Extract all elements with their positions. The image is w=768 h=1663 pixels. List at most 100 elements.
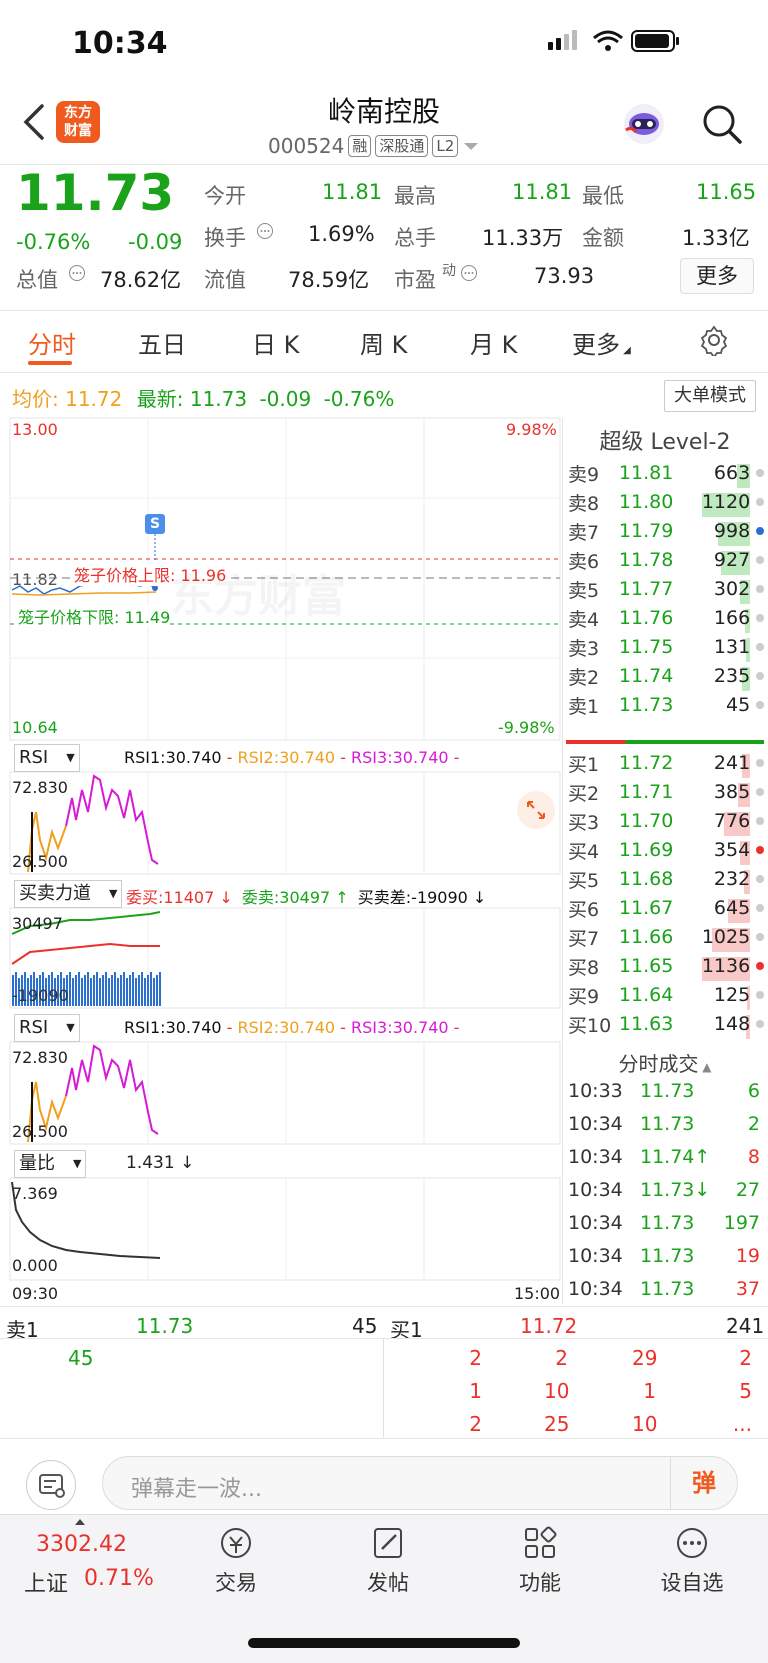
ob-level-label: 卖5 <box>568 579 600 602</box>
tick-row: 10:34 11.73 197 <box>568 1212 760 1234</box>
ob-volume: 385 <box>687 781 751 807</box>
ask-row[interactable]: 卖1 11.73 45 <box>568 690 764 720</box>
ob-price: 11.71 <box>618 781 674 803</box>
ask-row[interactable]: 卖3 11.75 131 <box>568 632 764 662</box>
force-bar <box>84 975 86 1006</box>
force-bar <box>126 978 128 1006</box>
robot-avatar-icon[interactable] <box>622 102 666 146</box>
ask-row[interactable]: 卖8 11.80 1120 <box>568 487 764 517</box>
ob-dot <box>756 991 764 999</box>
ob-level-label: 买10 <box>568 1014 612 1037</box>
nav-post[interactable]: 发帖 <box>328 1525 448 1597</box>
tick-volume: 19 <box>735 1245 760 1267</box>
big-order-mode-button[interactable]: 大单模式 <box>664 380 756 412</box>
danmaku-input[interactable]: 弹幕走一波... 弹 <box>102 1456 738 1510</box>
low-value: 11.65 <box>696 180 757 204</box>
ob-price: 11.79 <box>618 520 674 542</box>
ob-level-label: 卖4 <box>568 608 600 631</box>
ask-row[interactable]: 卖4 11.76 166 <box>568 603 764 633</box>
bid-queue-item: 10 <box>632 1412 658 1436</box>
ask-row[interactable]: 卖6 11.78 927 <box>568 545 764 575</box>
ob-level-label: 买6 <box>568 898 600 921</box>
ob-volume: 645 <box>687 897 751 923</box>
tick-volume: 197 <box>723 1212 760 1234</box>
trade-bid-vol: 241 <box>726 1314 765 1338</box>
ob-dot <box>756 904 764 912</box>
ask-row[interactable]: 卖9 11.81 663 <box>568 458 764 488</box>
tick-price: 11.73 <box>640 1278 695 1300</box>
nav-add-watchlist[interactable]: 设自选 <box>632 1525 752 1597</box>
force-bar <box>105 972 107 1006</box>
force-bar <box>117 978 119 1006</box>
ask-row[interactable]: 卖5 11.77 302 <box>568 574 764 604</box>
bid-row[interactable]: 买8 11.65 1136 <box>568 951 764 981</box>
bid-row[interactable]: 买2 11.71 385 <box>568 777 764 807</box>
bid-queue-item: 1 <box>643 1379 656 1403</box>
caret-up-icon <box>75 1519 85 1525</box>
tab-more[interactable]: 更多 ◢ <box>572 325 631 360</box>
force-bar <box>120 975 122 1006</box>
ob-price: 11.74 <box>618 665 674 687</box>
bid-row[interactable]: 买7 11.66 1025 <box>568 922 764 952</box>
tick-time: 10:34 <box>568 1146 623 1168</box>
bid-queue-item: 10 <box>544 1379 570 1403</box>
ob-volume: 663 <box>687 462 751 488</box>
force-bar <box>87 972 89 1006</box>
rsi-selector-2[interactable]: RSI ▼ <box>14 1014 80 1042</box>
nav-trade[interactable]: 交易 <box>176 1525 296 1597</box>
rsi-values-2: RSI1:30.740 - RSI2:30.740 - RSI3:30.740 … <box>124 1018 460 1037</box>
tick-volume: 8 <box>747 1146 760 1168</box>
tick-volume: 2 <box>747 1113 760 1135</box>
danmaku-settings-icon[interactable] <box>26 1460 76 1510</box>
bid-row[interactable]: 买10 11.63 148 <box>568 1009 764 1039</box>
force-bar <box>153 978 155 1006</box>
index-pct[interactable]: 0.71% <box>84 1566 154 1591</box>
force-bar <box>102 975 104 1006</box>
tick-row: 10:34 11.73 2 <box>568 1113 760 1135</box>
force-bar <box>156 975 158 1006</box>
ob-price: 11.81 <box>618 462 674 484</box>
more-button[interactable]: 更多 <box>680 258 754 294</box>
force-bar <box>93 975 95 1006</box>
ob-level-label: 卖7 <box>568 521 600 544</box>
ob-volume: 302 <box>687 578 751 604</box>
force-bar <box>81 978 83 1006</box>
ratio-value: 1.431 ↓ <box>126 1153 195 1173</box>
ask-row[interactable]: 卖7 11.79 998 <box>568 516 764 546</box>
ob-dot <box>756 817 764 825</box>
force-bar <box>99 978 101 1006</box>
ob-price: 11.76 <box>618 607 674 629</box>
spread-bar <box>566 740 764 744</box>
settings-gear-icon[interactable] <box>698 324 730 356</box>
ob-price: 11.78 <box>618 549 674 571</box>
index-value[interactable]: 3302.42 <box>36 1532 127 1557</box>
ob-level-label: 买3 <box>568 811 600 834</box>
force-bar <box>96 972 98 1006</box>
search-icon[interactable] <box>700 102 744 146</box>
force-selector[interactable]: 买卖力道 ▼ <box>14 880 123 908</box>
bid-row[interactable]: 买4 11.69 354 <box>568 835 764 865</box>
ratio-y-bottom: 0.000 <box>12 1256 58 1275</box>
expand-icon[interactable] <box>516 790 556 830</box>
bid-row[interactable]: 买5 11.68 232 <box>568 864 764 894</box>
bid-queue-item: 5 <box>739 1379 752 1403</box>
ob-price: 11.65 <box>618 955 674 977</box>
ob-dot <box>756 701 764 709</box>
time-start: 09:30 <box>12 1284 59 1303</box>
rsi-selector[interactable]: RSI ▼ <box>14 744 80 772</box>
bid-row[interactable]: 买3 11.70 776 <box>568 806 764 836</box>
ticks-title[interactable]: 分时成交 ▲ <box>562 1048 768 1077</box>
force-bar <box>150 972 152 1006</box>
bid-row[interactable]: 买1 11.72 241 <box>568 748 764 778</box>
danmaku-send-button[interactable]: 弹 <box>670 1457 737 1509</box>
index-name[interactable]: 上证 <box>24 1566 68 1598</box>
bid-row[interactable]: 买6 11.67 645 <box>568 893 764 923</box>
ratio-selector[interactable]: 量比 ▼ <box>14 1150 87 1178</box>
ob-price: 11.75 <box>618 636 674 658</box>
ask-row[interactable]: 卖2 11.74 235 <box>568 661 764 691</box>
s-marker[interactable]: S <box>145 514 165 534</box>
tick-price: 11.73 <box>640 1080 695 1102</box>
ob-price: 11.73 <box>618 694 674 716</box>
nav-functions[interactable]: 功能 <box>480 1525 600 1597</box>
bid-row[interactable]: 买9 11.64 125 <box>568 980 764 1010</box>
